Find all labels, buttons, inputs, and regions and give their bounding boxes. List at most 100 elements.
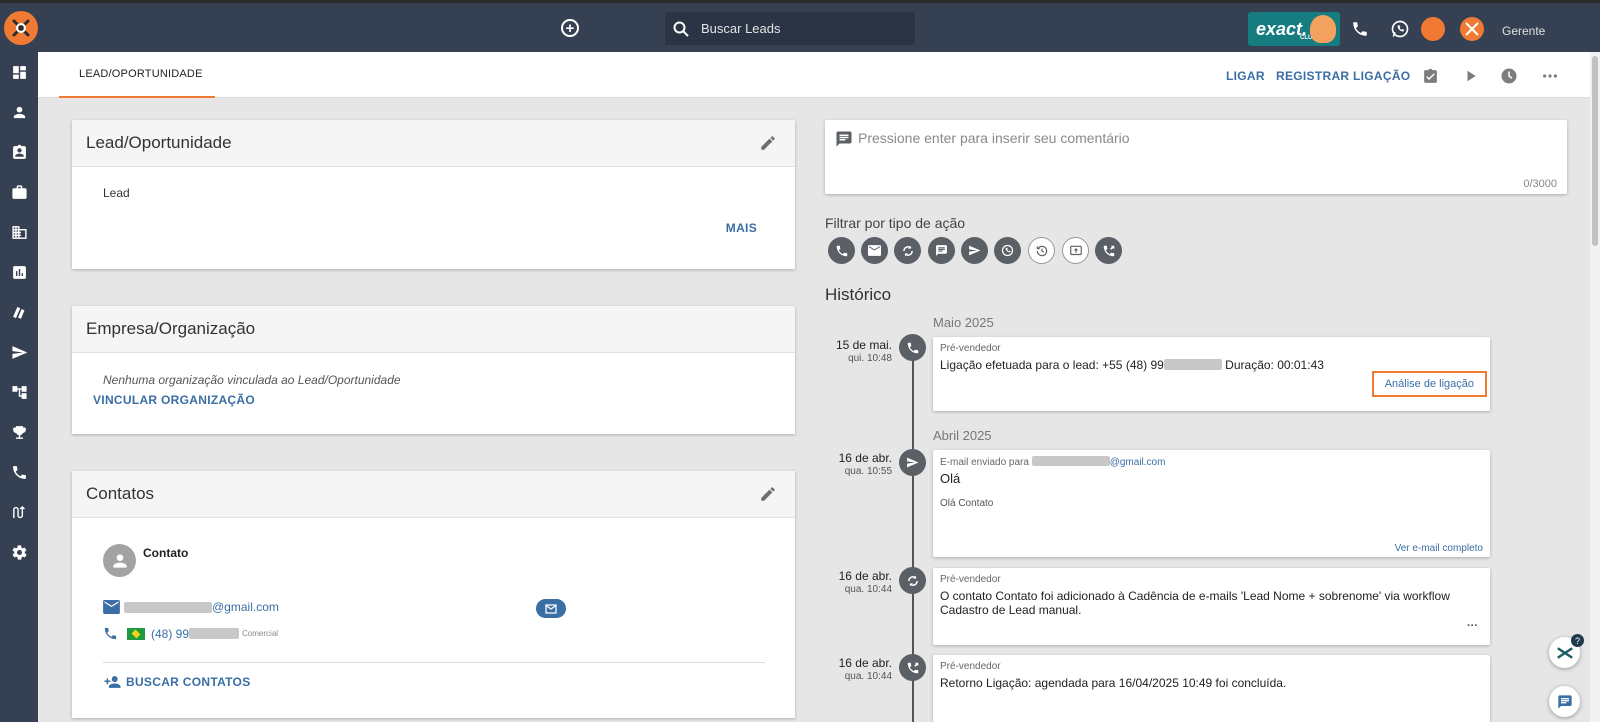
user-role[interactable]: Gerente: [1502, 24, 1545, 38]
filter-screen-icon[interactable]: [1062, 237, 1089, 264]
entry-date-day: 16 de abr.: [838, 451, 892, 465]
search-box[interactable]: [665, 12, 915, 45]
search-contacts-button[interactable]: BUSCAR CONTATOS: [103, 674, 251, 690]
exact-club-badge[interactable]: exact. CLUB: [1248, 12, 1340, 46]
entry-text-end: Duração: 00:01:43: [1221, 358, 1324, 372]
play-icon[interactable]: [1462, 67, 1480, 85]
redacted-email: [124, 601, 212, 613]
lead-value: Lead: [103, 186, 130, 200]
send-icon[interactable]: [10, 343, 28, 361]
more-button[interactable]: MAIS: [726, 221, 757, 235]
brazil-flag-icon: [127, 627, 145, 640]
scrollbar[interactable]: [1590, 52, 1600, 722]
call-analysis-link[interactable]: Análise de ligação: [1371, 371, 1487, 397]
tab-lead-oportunidade[interactable]: LEAD/OPORTUNIDADE: [59, 52, 215, 98]
contact-email-domain[interactable]: @gmail.com: [212, 600, 279, 614]
history-entry-email: E-mail enviado para @gmail.com Olá Olá C…: [933, 450, 1490, 557]
help-widget-button[interactable]: ?: [1549, 634, 1584, 668]
filter-title: Filtrar por tipo de ação: [825, 215, 966, 231]
contacts-card-header: Contatos: [72, 471, 795, 518]
registrar-ligacao-button[interactable]: REGISTRAR LIGAÇÃO: [1276, 69, 1410, 83]
briefcase-icon[interactable]: [10, 183, 28, 201]
phone-icon: [104, 627, 117, 640]
lead-card-title: Lead/Oportunidade: [86, 133, 232, 152]
chat-button[interactable]: [1549, 686, 1580, 717]
filter-call-icon[interactable]: [828, 237, 855, 264]
avatar[interactable]: [1460, 17, 1484, 41]
entry-email-recipient: E-mail enviado para @gmail.com: [940, 456, 1484, 468]
clock-icon[interactable]: [1500, 67, 1518, 85]
more-options-icon[interactable]: [1541, 67, 1559, 85]
filter-comment-icon[interactable]: [928, 237, 955, 264]
phone-icon[interactable]: [10, 463, 28, 481]
entry-date: 16 de abr. qua. 10:44: [839, 656, 892, 682]
top-bar: + exact. CLUB Gerente: [0, 0, 1600, 52]
callback-event-icon: [899, 654, 926, 681]
send-email-button[interactable]: [536, 599, 566, 618]
trophy-icon[interactable]: [10, 423, 28, 441]
flow-icon[interactable]: [10, 503, 28, 521]
redacted-email: [1031, 456, 1110, 466]
history-entry-cadence: Pré-vendedor O contato Contato foi adici…: [933, 568, 1490, 645]
no-organization-text: Nenhuma organização vinculada ao Lead/Op…: [103, 373, 401, 387]
more-options-icon[interactable]: ···: [1467, 620, 1478, 632]
app-logo[interactable]: [4, 11, 38, 45]
entry-date-time: qua. 10:44: [844, 671, 892, 682]
edit-icon[interactable]: [759, 485, 777, 503]
contacts-card-title: Contatos: [86, 484, 155, 503]
entry-date-day: 15 de mai.: [835, 338, 892, 352]
search-contacts-label: BUSCAR CONTATOS: [126, 675, 251, 689]
filter-callback-icon[interactable]: [1095, 237, 1122, 264]
filter-email-icon[interactable]: [861, 237, 888, 264]
link-organization-button[interactable]: VINCULAR ORGANIZAÇÃO: [93, 393, 255, 407]
contact-card-icon[interactable]: [10, 143, 28, 161]
call-event-icon: [899, 334, 926, 361]
whatsapp-icon[interactable]: [1389, 18, 1411, 40]
email-subject: Olá: [940, 471, 961, 486]
hierarchy-icon[interactable]: [10, 383, 28, 401]
entry-role: Pré-vendedor: [940, 343, 1001, 354]
filter-send-icon[interactable]: [961, 237, 988, 264]
notification-icon[interactable]: [1421, 17, 1445, 41]
filter-whatsapp-icon[interactable]: [994, 237, 1021, 264]
organization-card-title: Empresa/Organização: [86, 319, 256, 338]
entry-text: Retorno Ligação: agendada para 16/04/202…: [940, 676, 1287, 690]
edit-icon[interactable]: [759, 134, 777, 152]
entry-role: E-mail enviado para: [940, 457, 1029, 468]
help-icon: [1556, 646, 1573, 659]
building-icon[interactable]: [10, 223, 28, 241]
lead-card-header: Lead/Oportunidade: [72, 120, 795, 167]
entry-text: O contato Contato foi adicionado à Cadên…: [940, 589, 1450, 617]
search-input[interactable]: [701, 21, 891, 36]
person-icon[interactable]: [10, 103, 28, 121]
entry-date: 16 de abr. qua. 10:55: [839, 451, 892, 477]
gear-icon[interactable]: [10, 543, 28, 561]
ligar-button[interactable]: LIGAR: [1226, 69, 1265, 83]
phone-type: Comercial: [242, 629, 279, 638]
search-icon: [673, 21, 689, 37]
history-title: Histórico: [825, 285, 892, 304]
filter-history-icon[interactable]: [1028, 237, 1055, 264]
scrollbar-thumb[interactable]: [1592, 56, 1598, 246]
entry-date-time: qui. 10:48: [848, 353, 892, 364]
email-event-icon: [899, 449, 926, 476]
month-label: Abril 2025: [933, 428, 992, 443]
entry-date-day: 16 de abr.: [838, 656, 892, 670]
add-icon[interactable]: +: [561, 19, 579, 37]
divider: [103, 662, 765, 663]
phone-icon[interactable]: [1349, 18, 1371, 40]
tab-bar: LEAD/OPORTUNIDADE LIGAR REGISTRAR LIGAÇÃ…: [38, 52, 1600, 98]
chart-icon[interactable]: [10, 263, 28, 281]
comment-input[interactable]: [858, 130, 1538, 146]
dashboard-icon[interactable]: [10, 63, 28, 81]
cadence-event-icon: [899, 567, 926, 594]
task-check-icon[interactable]: [1421, 67, 1439, 85]
contact-phone-prefix[interactable]: (48) 99: [151, 627, 189, 641]
contact-name[interactable]: Contato: [143, 546, 188, 560]
view-full-email-link[interactable]: Ver e-mail completo: [1395, 543, 1483, 554]
entry-email-domain[interactable]: @gmail.com: [1110, 457, 1166, 468]
cards-icon[interactable]: [10, 303, 28, 321]
filter-cadence-icon[interactable]: [894, 237, 921, 264]
contact-phone-row: (48) 99 Comercial: [103, 626, 278, 641]
chat-icon: [1557, 694, 1572, 709]
